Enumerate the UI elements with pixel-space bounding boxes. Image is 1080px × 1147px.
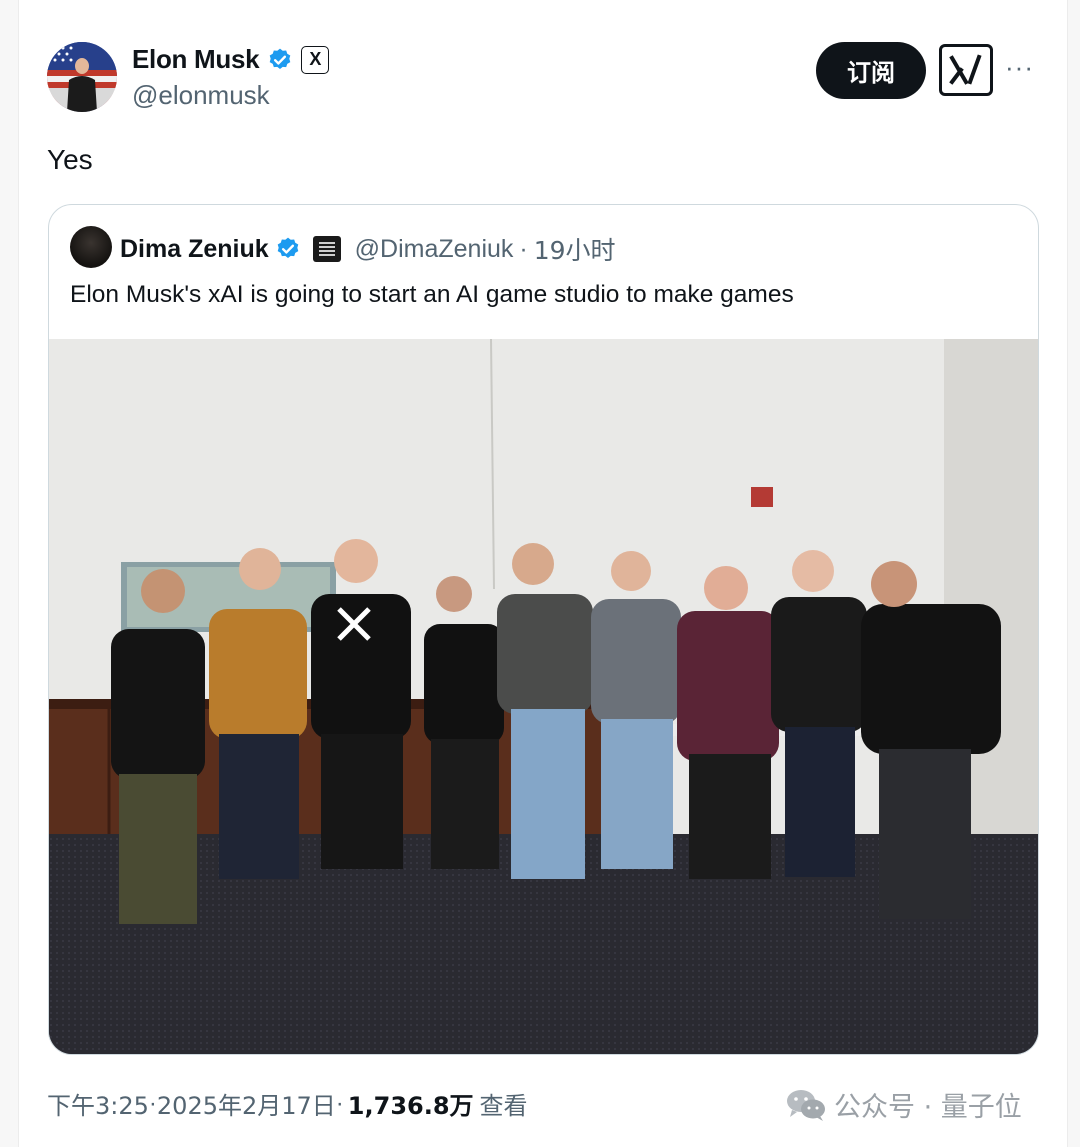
affiliate-x-badge[interactable]: X bbox=[301, 45, 330, 74]
quoted-author-handle[interactable]: @DimaZeniuk bbox=[355, 235, 514, 264]
xai-logo-icon bbox=[949, 54, 982, 85]
quoted-author-name[interactable]: Dima Zeniuk bbox=[120, 235, 269, 264]
post-meta-footer: 下午3:25 · 2025年2月17日 · 1,736.8万 查看 bbox=[47, 1086, 528, 1121]
post-time[interactable]: 下午3:25 bbox=[47, 1086, 149, 1121]
quoted-time[interactable]: 19小时 bbox=[534, 231, 616, 267]
author-handle[interactable]: @elonmusk bbox=[132, 80, 270, 111]
affiliate-badge-icon bbox=[312, 236, 341, 262]
quoted-photo[interactable] bbox=[49, 339, 1039, 1055]
view-count-label: 查看 bbox=[479, 1092, 528, 1120]
grok-button[interactable] bbox=[939, 44, 993, 96]
author-avatar[interactable] bbox=[47, 42, 117, 112]
meta-separator: · bbox=[335, 1089, 344, 1117]
wechat-watermark: 公众号 · 量子位 bbox=[786, 1085, 1022, 1124]
author-name[interactable]: Elon Musk bbox=[132, 44, 260, 75]
quoted-post[interactable]: Dima Zeniuk @DimaZeniuk · 19小时 Elon Musk… bbox=[48, 204, 1039, 1055]
meta-separator: · bbox=[148, 1089, 157, 1117]
quoted-author-row: Dima Zeniuk @DimaZeniuk · 19小时 bbox=[120, 231, 616, 267]
more-options-icon[interactable]: ··· bbox=[1005, 52, 1034, 83]
author-name-row: Elon Musk X bbox=[132, 44, 330, 75]
post-date[interactable]: 2025年2月17日 bbox=[157, 1086, 336, 1121]
meta-separator: · bbox=[519, 234, 528, 263]
post-text: Yes bbox=[47, 144, 93, 175]
watermark-text: 公众号 · 量子位 bbox=[834, 1092, 1022, 1123]
view-count: 1,736.8万 bbox=[347, 1092, 474, 1120]
verified-badge-icon bbox=[277, 237, 298, 258]
wechat-icon bbox=[787, 1089, 825, 1121]
subscribe-button[interactable]: 订阅 bbox=[816, 42, 926, 99]
verified-badge-icon bbox=[270, 48, 291, 69]
quoted-post-text: Elon Musk's xAI is going to start an AI … bbox=[70, 281, 794, 308]
quoted-author-avatar[interactable] bbox=[70, 226, 112, 268]
